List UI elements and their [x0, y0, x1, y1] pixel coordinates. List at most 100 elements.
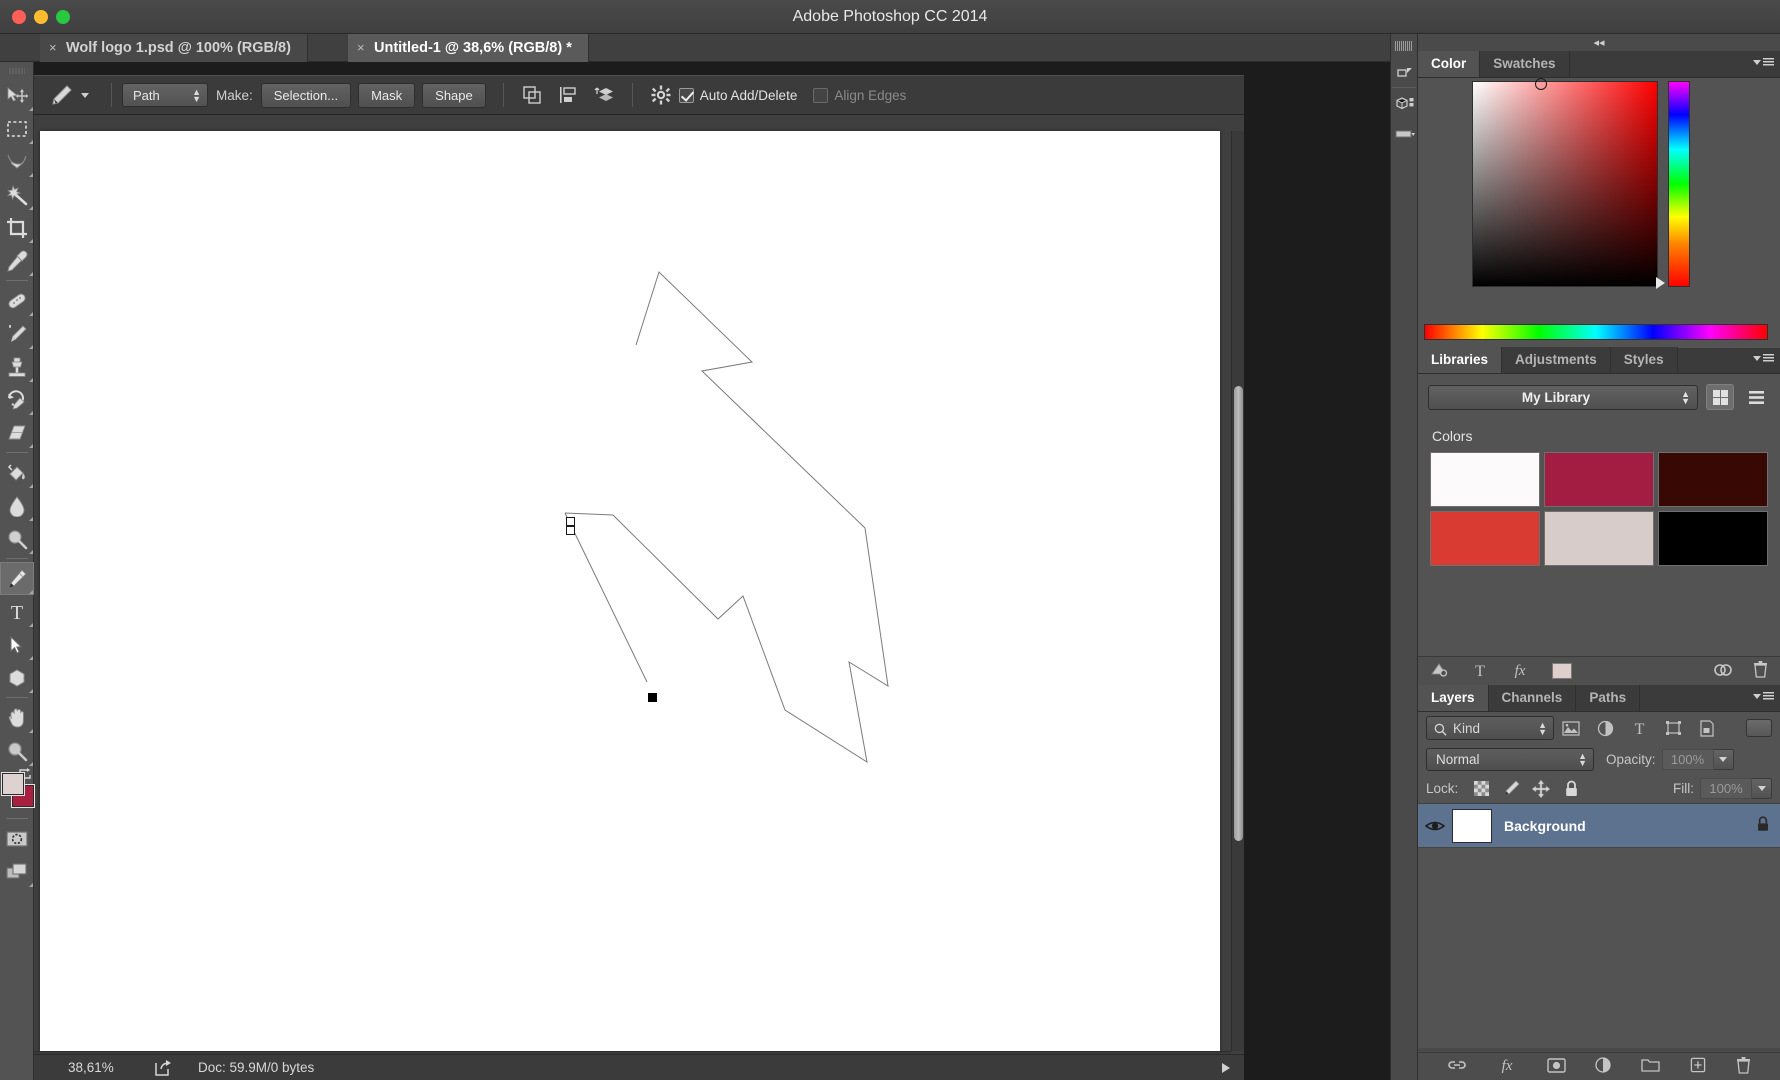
document-tab-wolf-logo[interactable]: × Wolf logo 1.psd @ 100% (RGB/8)	[40, 34, 308, 62]
hue-slider[interactable]	[1668, 81, 1690, 287]
color-ramp[interactable]	[1424, 324, 1768, 340]
layer-mask-icon[interactable]	[1546, 1057, 1566, 1076]
path-anchor-point[interactable]	[566, 517, 575, 526]
tool-flyout-indicator[interactable]	[29, 656, 33, 660]
close-icon[interactable]: ×	[49, 34, 57, 62]
tab-channels[interactable]: Channels	[1488, 685, 1577, 711]
tab-paths[interactable]: Paths	[1576, 685, 1641, 711]
eraser-tool[interactable]	[0, 416, 34, 449]
layer-style-icon[interactable]: fx	[1497, 1057, 1517, 1076]
clone-stamp-tool[interactable]	[0, 350, 34, 383]
path-anchor-point-active[interactable]	[648, 693, 657, 702]
tool-flyout-indicator[interactable]	[29, 484, 33, 488]
tool-flyout-indicator[interactable]	[29, 345, 33, 349]
tab-color[interactable]: Color	[1418, 51, 1481, 77]
align-edges-checkbox[interactable]	[813, 87, 829, 103]
lock-position-icon[interactable]	[1526, 777, 1556, 801]
new-layer-icon[interactable]	[1690, 1057, 1706, 1076]
gear-icon[interactable]	[647, 82, 675, 108]
tool-flyout-indicator[interactable]	[29, 378, 33, 382]
hand-tool[interactable]	[0, 701, 34, 734]
add-text-style-icon[interactable]: T	[1472, 662, 1488, 681]
tool-flyout-indicator[interactable]	[29, 883, 33, 887]
cc-sync-icon[interactable]	[1713, 662, 1733, 681]
add-graphic-icon[interactable]	[1430, 662, 1450, 681]
layer-name[interactable]: Background	[1504, 818, 1756, 834]
swatch-blush-gray[interactable]	[1544, 511, 1654, 566]
new-fill-adjustment-icon[interactable]	[1595, 1057, 1612, 1076]
tool-flyout-indicator[interactable]	[29, 517, 33, 521]
make-mask-button[interactable]: Mask	[358, 82, 416, 108]
swatch-red[interactable]	[1430, 511, 1540, 566]
tool-flyout-indicator[interactable]	[29, 444, 33, 448]
tool-flyout-indicator[interactable]	[29, 312, 33, 316]
share-icon[interactable]	[154, 1059, 198, 1077]
document-tab-untitled-1[interactable]: × Untitled‑1 @ 38,6% (RGB/8) *	[348, 34, 589, 62]
opacity-stepper[interactable]	[1713, 748, 1734, 770]
spot-healing-brush-tool[interactable]	[0, 284, 34, 317]
tool-flyout-indicator[interactable]	[29, 729, 33, 733]
zoom-tool[interactable]	[0, 734, 34, 767]
tab-styles[interactable]: Styles	[1610, 347, 1678, 373]
tool-flyout-indicator[interactable]	[29, 206, 33, 210]
tool-flyout-indicator[interactable]	[29, 689, 33, 693]
lock-transparent-pixels-icon[interactable]	[1466, 777, 1496, 801]
panel-menu-icon[interactable]	[1753, 692, 1774, 701]
lock-image-pixels-icon[interactable]	[1496, 777, 1526, 801]
layer-filter-kind-select[interactable]: Kind ▲ ▼	[1426, 716, 1554, 740]
swatch-dark-maroon[interactable]	[1658, 452, 1768, 507]
add-layer-style-icon[interactable]: fx	[1510, 662, 1530, 681]
path-operations-icon[interactable]	[518, 82, 546, 108]
auto-add-delete-checkbox[interactable]	[678, 87, 694, 103]
tab-swatches[interactable]: Swatches	[1480, 51, 1570, 77]
tool-flyout-indicator[interactable]	[29, 107, 33, 111]
swatch-black[interactable]	[1658, 511, 1768, 566]
hue-slider-marker[interactable]	[1656, 277, 1665, 289]
tool-flyout-indicator[interactable]	[29, 239, 33, 243]
current-tool-preset[interactable]	[46, 82, 89, 108]
dock-gripper[interactable]	[1395, 41, 1413, 51]
history-panel-icon[interactable]	[1391, 55, 1419, 85]
filter-adjustment-icon[interactable]	[1588, 716, 1622, 740]
new-group-icon[interactable]	[1641, 1058, 1660, 1076]
color-field-marker[interactable]	[1535, 78, 1547, 90]
tool-flyout-indicator[interactable]	[29, 272, 33, 276]
tool-flyout-indicator[interactable]	[29, 623, 33, 627]
rectangular-marquee-tool[interactable]	[0, 112, 34, 145]
path-anchor-point[interactable]	[566, 526, 575, 535]
screen-mode-icon[interactable]	[0, 855, 34, 888]
crop-tool[interactable]	[0, 211, 34, 244]
scrollbar-thumb[interactable]	[1234, 386, 1243, 841]
path-arrangement-icon[interactable]	[590, 82, 618, 108]
layer-row-background[interactable]: Background	[1418, 804, 1780, 848]
swatch-crimson[interactable]	[1544, 452, 1654, 507]
filter-enable-toggle[interactable]	[1746, 719, 1772, 737]
lock-all-icon[interactable]	[1756, 816, 1770, 835]
fill-stepper[interactable]	[1752, 778, 1772, 799]
delete-layer-icon[interactable]	[1736, 1056, 1751, 1077]
pen-tool[interactable]	[0, 562, 34, 595]
tool-flyout-indicator[interactable]	[29, 590, 33, 594]
properties-panel-icon[interactable]	[1391, 120, 1419, 150]
tool-flyout-indicator[interactable]	[29, 173, 33, 177]
canvas-vertical-scrollbar[interactable]	[1231, 131, 1244, 1051]
eyedropper-tool[interactable]	[0, 244, 34, 277]
add-color-icon[interactable]	[1552, 663, 1572, 679]
tool-flyout-indicator[interactable]	[29, 762, 33, 766]
brush-tool[interactable]	[0, 317, 34, 350]
collapse-panels-icon[interactable]: ◂◂	[1593, 36, 1604, 49]
blend-mode-select[interactable]: Normal ▲ ▼	[1426, 747, 1594, 771]
fill-value[interactable]: 100%	[1700, 778, 1752, 799]
gradient-tool[interactable]	[0, 456, 34, 489]
magic-wand-tool[interactable]	[0, 178, 34, 211]
play-arrow-icon[interactable]	[1222, 1062, 1230, 1073]
tab-libraries[interactable]: Libraries	[1418, 347, 1503, 373]
make-selection-button[interactable]: Selection...	[260, 82, 352, 108]
tool-flyout-indicator[interactable]	[29, 550, 33, 554]
filter-type-icon[interactable]: T	[1622, 716, 1656, 740]
move-tool[interactable]	[0, 79, 34, 112]
zoom-level[interactable]: 38,61%	[34, 1060, 154, 1075]
filter-pixel-icon[interactable]	[1554, 716, 1588, 740]
tab-layers[interactable]: Layers	[1418, 685, 1489, 711]
panel-menu-icon[interactable]	[1753, 58, 1774, 67]
